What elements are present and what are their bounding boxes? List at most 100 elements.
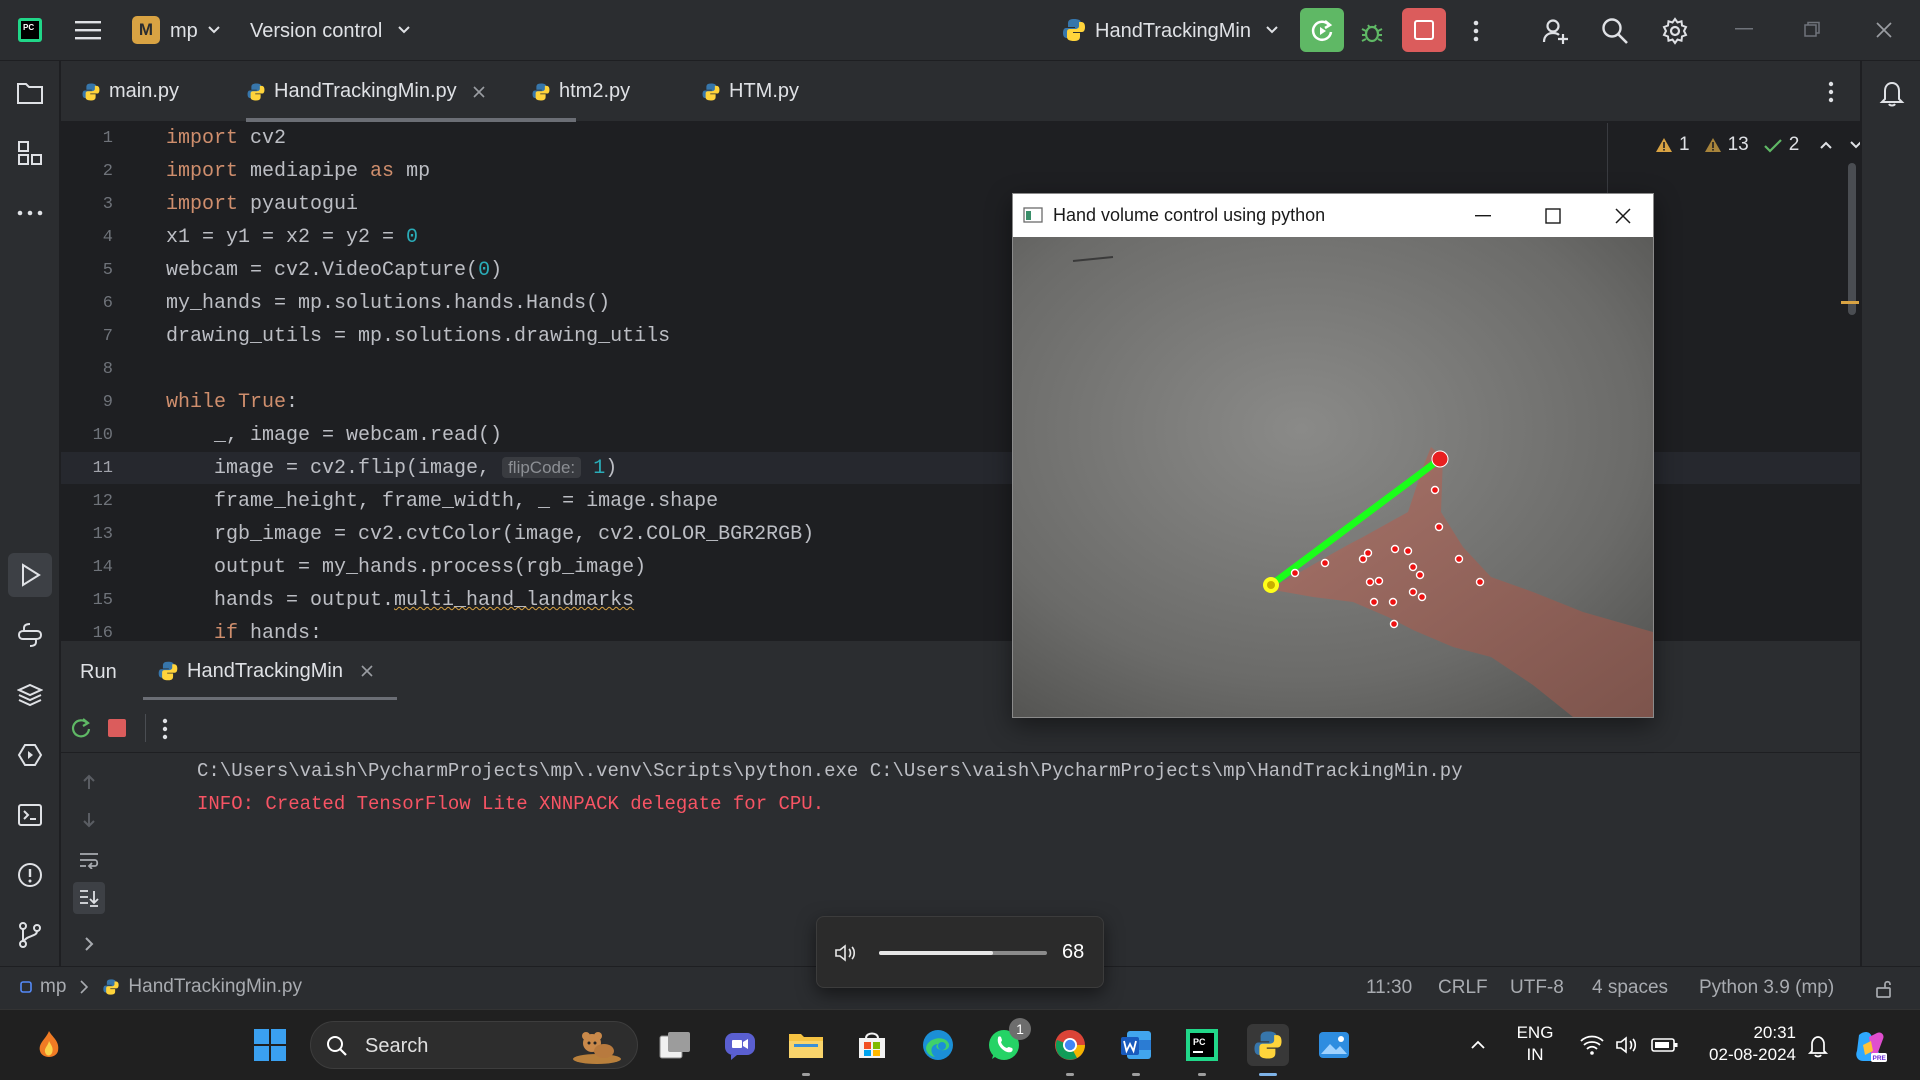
task-view-icon[interactable] [654,1024,696,1066]
tab-main-py[interactable]: main.py [81,61,179,122]
volume-tray-icon[interactable] [1614,1032,1642,1058]
rerun-button[interactable] [1300,8,1344,52]
close-tab-icon[interactable] [361,665,373,677]
inspection-widget[interactable]: 1 13 2 [1655,131,1860,159]
close-window-icon[interactable] [1872,18,1896,42]
chevron-up-icon[interactable] [1819,140,1833,150]
soft-wrap-icon[interactable] [75,846,103,874]
python-interpreter[interactable]: Python 3.9 (mp) [1699,977,1834,999]
problems-icon[interactable] [14,859,46,891]
clock-date: 02-08-2024 [1709,1045,1796,1064]
run-configuration-name[interactable]: HandTrackingMin [1095,20,1251,43]
chevron-right-icon[interactable] [77,932,101,956]
version-control-icon[interactable] [14,919,46,951]
meet-chat-icon[interactable] [719,1024,761,1066]
run-panel-title[interactable]: Run [80,661,117,684]
more-tools-icon[interactable] [14,197,46,229]
volume-slider[interactable] [879,951,1047,955]
chevron-down-icon[interactable] [396,22,412,38]
pycharm-logo-icon[interactable]: PC [18,18,42,42]
more-actions-icon[interactable] [1466,14,1486,48]
breadcrumb-project[interactable]: mp [40,976,66,998]
stop-button[interactable] [1402,8,1446,52]
weather-widget-icon[interactable] [28,1024,70,1066]
stop-icon[interactable] [105,716,129,740]
tab-htm-py[interactable]: HTM.py [701,61,799,122]
notification-bell-icon[interactable] [1804,1032,1832,1060]
search-highlight-icon [569,1026,625,1066]
file-explorer-icon[interactable] [785,1024,827,1076]
editor-scrollbar[interactable] [1848,163,1856,315]
version-control-menu[interactable]: Version control [250,20,382,43]
project-folder-icon[interactable] [14,77,46,109]
microsoft-store-icon[interactable] [851,1024,893,1066]
scroll-up-icon[interactable] [77,770,101,794]
pycharm-taskbar-icon[interactable]: PC [1181,1024,1223,1076]
maximize-icon[interactable] [1541,204,1565,228]
add-user-icon[interactable] [1538,14,1572,48]
toolbar-divider [145,714,146,742]
tab-label: main.py [109,80,180,102]
file-encoding[interactable]: UTF-8 [1510,977,1564,999]
language-indicator[interactable]: ENG IN [1516,1022,1554,1066]
structure-icon[interactable] [14,137,46,169]
windows-start-icon[interactable] [249,1024,291,1066]
notifications-bell-icon[interactable] [1876,77,1908,109]
chrome-browser-icon[interactable] [1049,1024,1091,1076]
restore-window-icon[interactable] [1800,18,1824,42]
keyword: import [166,160,239,183]
code-line: output = my_hands.process(rgb_image) [166,556,647,579]
debug-icon[interactable] [1352,12,1392,52]
run-tool-icon[interactable] [8,553,52,597]
copilot-icon[interactable]: PRE [1850,1026,1890,1066]
more-options-icon[interactable] [157,716,173,742]
tab-htm2-py[interactable]: htm2.py [531,61,630,122]
webcam-frame [1013,237,1653,717]
terminal-icon[interactable] [14,799,46,831]
line-number: 15 [92,591,113,610]
scroll-down-icon[interactable] [77,808,101,832]
battery-icon[interactable] [1650,1032,1680,1058]
breadcrumb-file[interactable]: HandTrackingMin.py [128,976,302,998]
scroll-to-end-icon[interactable] [73,882,105,914]
rerun-icon[interactable] [67,714,95,742]
project-name[interactable]: mp [170,20,198,43]
word-icon[interactable] [1115,1024,1157,1076]
edge-browser-icon[interactable] [917,1024,959,1066]
chevron-down-icon[interactable] [1849,140,1860,150]
clock[interactable]: 20:31 02-08-2024 [1700,1022,1796,1066]
chevron-down-icon[interactable] [1264,22,1280,38]
photos-app-icon[interactable] [1313,1024,1355,1066]
services-icon[interactable] [14,739,46,771]
read-only-lock-icon[interactable] [1872,977,1896,1001]
minimize-icon[interactable] [1471,204,1495,228]
project-badge[interactable]: M [132,16,160,44]
caret-position[interactable]: 11:30 [1366,977,1412,999]
taskbar-search-box[interactable]: Search [310,1021,638,1069]
speaker-icon[interactable] [833,941,861,965]
python-file-icon [102,978,120,996]
tray-overflow-chevron-icon[interactable] [1466,1033,1490,1057]
opencv-window[interactable]: Hand volume control using python [1012,193,1654,718]
chevron-down-icon[interactable] [206,22,222,38]
tab-handtrackingmin-py[interactable]: HandTrackingMin.py [246,61,576,122]
python-packages-icon[interactable] [14,679,46,711]
warning-marker[interactable] [1841,301,1859,304]
opencv-window-titlebar[interactable]: Hand volume control using python [1013,194,1653,237]
whatsapp-icon[interactable]: 1 [983,1018,1031,1066]
run-config-tab[interactable]: HandTrackingMin [157,641,457,701]
indent-setting[interactable]: 4 spaces [1592,977,1668,999]
line-separator[interactable]: CRLF [1438,977,1488,999]
python-taskbar-icon[interactable] [1247,1024,1289,1076]
main-menu-icon[interactable] [74,16,102,44]
search-icon[interactable] [1598,14,1632,48]
close-tab-icon[interactable] [473,85,485,98]
tab-actions-icon[interactable] [1823,79,1839,105]
settings-gear-icon[interactable] [1658,14,1692,48]
breadcrumb[interactable]: mp HandTrackingMin.py [20,976,302,998]
index-tip-marker [1431,450,1449,468]
minimize-window-icon[interactable] [1732,18,1756,42]
wifi-icon[interactable] [1578,1032,1606,1058]
python-console-icon[interactable] [14,619,46,651]
close-icon[interactable] [1611,204,1635,228]
